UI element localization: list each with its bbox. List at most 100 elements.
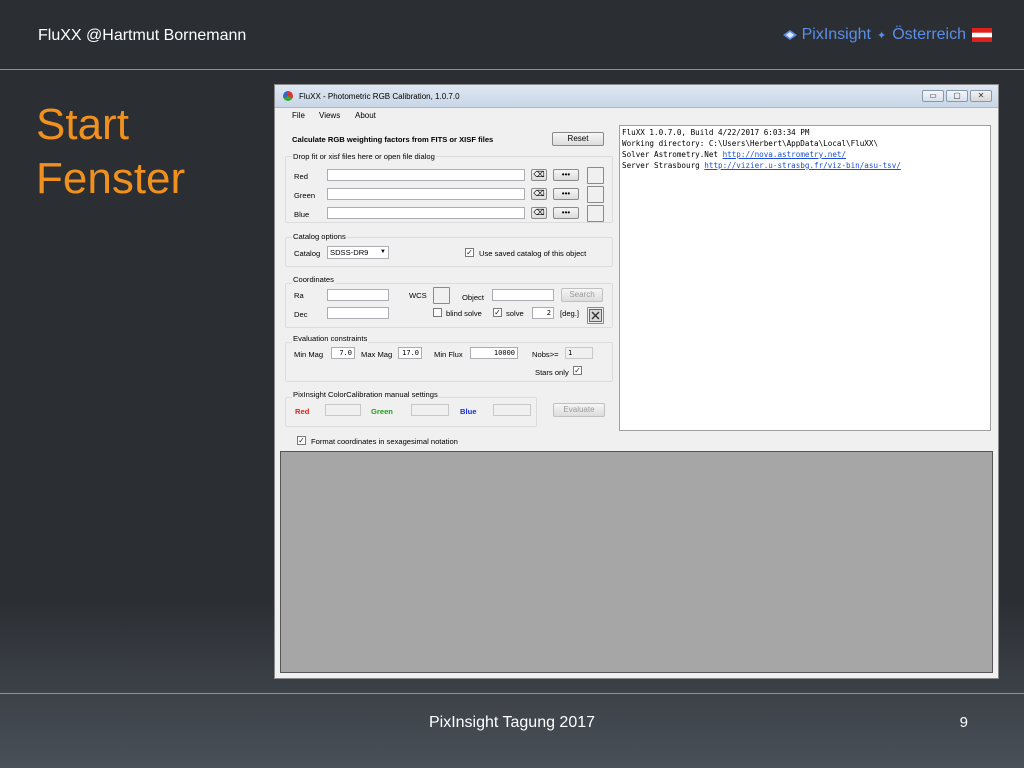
blind-solve-checkbox[interactable]: [433, 308, 442, 317]
solve-checkbox[interactable]: ✓: [493, 308, 502, 317]
pi-green-label: Green: [371, 407, 393, 416]
nobs-stepper[interactable]: 1: [565, 347, 593, 359]
window-titlebar[interactable]: FluXX - Photometric RGB Calibration, 1.0…: [275, 85, 998, 108]
red-file-input[interactable]: [327, 169, 525, 181]
menu-bar: File Views About: [275, 107, 998, 124]
clear-coords-button[interactable]: [587, 307, 604, 324]
use-saved-label: Use saved catalog of this object: [479, 249, 587, 258]
green-file-label: Green: [294, 191, 316, 200]
close-button[interactable]: ✕: [970, 90, 992, 102]
title-line-1: Start: [36, 100, 129, 149]
fluxx-window: FluXX - Photometric RGB Calibration, 1.0…: [274, 84, 999, 679]
pixinsight-logo-icon: [782, 30, 797, 40]
object-input[interactable]: [492, 289, 554, 301]
log-panel[interactable]: FluXX 1.0.7.0, Build 4/22/2017 6:03:34 P…: [619, 125, 991, 431]
log-text: Solver Astrometry.Net: [622, 150, 723, 159]
slide-footer: PixInsight Tagung 2017: [428, 714, 596, 731]
pi-red-input[interactable]: [325, 404, 361, 416]
pi-blue-input[interactable]: [493, 404, 531, 416]
evaluate-button[interactable]: Evaluate: [553, 403, 605, 417]
page-number: 9: [959, 714, 968, 731]
ra-label: Ra: [294, 291, 304, 300]
pi-blue-label: Blue: [460, 407, 477, 416]
catalog-select[interactable]: SDSS-DR9 ▼: [327, 246, 389, 259]
maximize-button[interactable]: ▢: [946, 90, 968, 102]
pixinsight-group-label: PixInsight ColorCalibration manual setti…: [292, 390, 439, 399]
coordinates-group-label: Coordinates: [292, 275, 335, 284]
clear-icon: ⌫: [533, 170, 545, 179]
brand-name: PixInsight: [801, 26, 871, 43]
chevron-down-icon: ▼: [380, 249, 386, 255]
min-mag-label: Min Mag: [294, 350, 324, 359]
stars-only-checkbox[interactable]: ✓: [573, 366, 582, 375]
fluxx-app-icon: [283, 91, 293, 101]
ra-input[interactable]: [327, 289, 389, 301]
log-text: Server Strasbourg: [622, 161, 705, 170]
calc-header: Calculate RGB weighting factors from FIT…: [292, 135, 494, 144]
green-browse-button[interactable]: •••: [553, 188, 579, 200]
evaluation-group-label: Evaluation constraints: [292, 334, 369, 343]
red-preview-box: [587, 167, 604, 184]
catalog-group-label: Catalog options: [292, 232, 347, 241]
slide-header: FluXX @Hartmut Bornemann PixInsight ✦ Ös…: [0, 0, 1024, 70]
files-group-label: Drop fit or xisf files here or open file…: [292, 152, 436, 161]
green-preview-box: [587, 186, 604, 203]
slide-title: Start Fenster: [36, 98, 185, 206]
blue-file-input[interactable]: [327, 207, 525, 219]
red-file-label: Red: [294, 172, 308, 181]
format-coords-label: Format coordinates in sexagesimal notati…: [311, 437, 458, 446]
star-icon: ✦: [876, 29, 887, 42]
min-flux-input[interactable]: 10000: [470, 347, 518, 359]
window-title: FluXX - Photometric RGB Calibration, 1.0…: [299, 92, 460, 101]
pi-green-input[interactable]: [411, 404, 449, 416]
min-mag-input[interactable]: 7.0: [331, 347, 355, 359]
blue-file-label: Blue: [294, 210, 310, 219]
vizier-link[interactable]: http://vizier.u-strasbg.fr/viz-bin/asu-t…: [704, 161, 901, 170]
green-file-input[interactable]: [327, 188, 525, 200]
wcs-indicator: [433, 287, 450, 304]
min-flux-label: Min Flux: [434, 350, 463, 359]
title-line-2: Fenster: [36, 154, 186, 203]
search-button[interactable]: Search: [561, 288, 603, 302]
image-preview-area[interactable]: [280, 451, 993, 673]
austria-flag-icon: [972, 28, 992, 42]
header-author: FluXX @Hartmut Bornemann: [38, 27, 247, 44]
use-saved-checkbox[interactable]: ✓: [465, 248, 474, 257]
menu-views[interactable]: Views: [319, 111, 340, 120]
footer-divider: [0, 693, 1024, 694]
format-coords-checkbox[interactable]: ✓: [297, 436, 306, 445]
stars-only-label: Stars only: [535, 368, 569, 377]
max-mag-input[interactable]: 17.0: [398, 347, 422, 359]
clear-icon: ⌫: [533, 208, 545, 217]
catalog-label: Catalog: [294, 249, 321, 258]
catalog-selected: SDSS-DR9: [330, 248, 369, 257]
country-name: Österreich: [892, 26, 966, 43]
menu-about[interactable]: About: [355, 111, 376, 120]
menu-file[interactable]: File: [292, 111, 305, 120]
log-line: Solver Astrometry.Net http://nova.astrom…: [622, 149, 988, 160]
close-icon: [589, 309, 602, 322]
red-clear-button[interactable]: ⌫: [531, 169, 547, 181]
nobs-label: Nobs>=: [532, 350, 559, 359]
blue-clear-button[interactable]: ⌫: [531, 207, 547, 219]
nobs-value: 1: [568, 349, 573, 357]
dec-input[interactable]: [327, 307, 389, 319]
clear-icon: ⌫: [533, 189, 545, 198]
object-label: Object: [462, 293, 484, 302]
pi-red-label: Red: [295, 407, 310, 416]
log-line: Server Strasbourg http://vizier.u-strasb…: [622, 160, 988, 171]
minimize-button[interactable]: ▭: [922, 90, 944, 102]
astrometry-link[interactable]: http://nova.astrometry.net/: [723, 150, 846, 159]
log-line: Working directory: C:\Users\Herbert\AppD…: [622, 139, 879, 148]
reset-button[interactable]: Reset: [552, 132, 604, 146]
header-brand: PixInsight ✦ Österreich: [782, 26, 992, 44]
solve-label: solve: [506, 309, 524, 318]
red-browse-button[interactable]: •••: [553, 169, 579, 181]
deg-label: [deg.]: [560, 309, 579, 318]
log-line: FluXX 1.0.7.0, Build 4/22/2017 6:03:34 P…: [622, 128, 810, 137]
blue-browse-button[interactable]: •••: [553, 207, 579, 219]
green-clear-button[interactable]: ⌫: [531, 188, 547, 200]
blue-preview-box: [587, 205, 604, 222]
header-divider: [0, 69, 1024, 70]
deg-input[interactable]: 2: [532, 307, 554, 319]
